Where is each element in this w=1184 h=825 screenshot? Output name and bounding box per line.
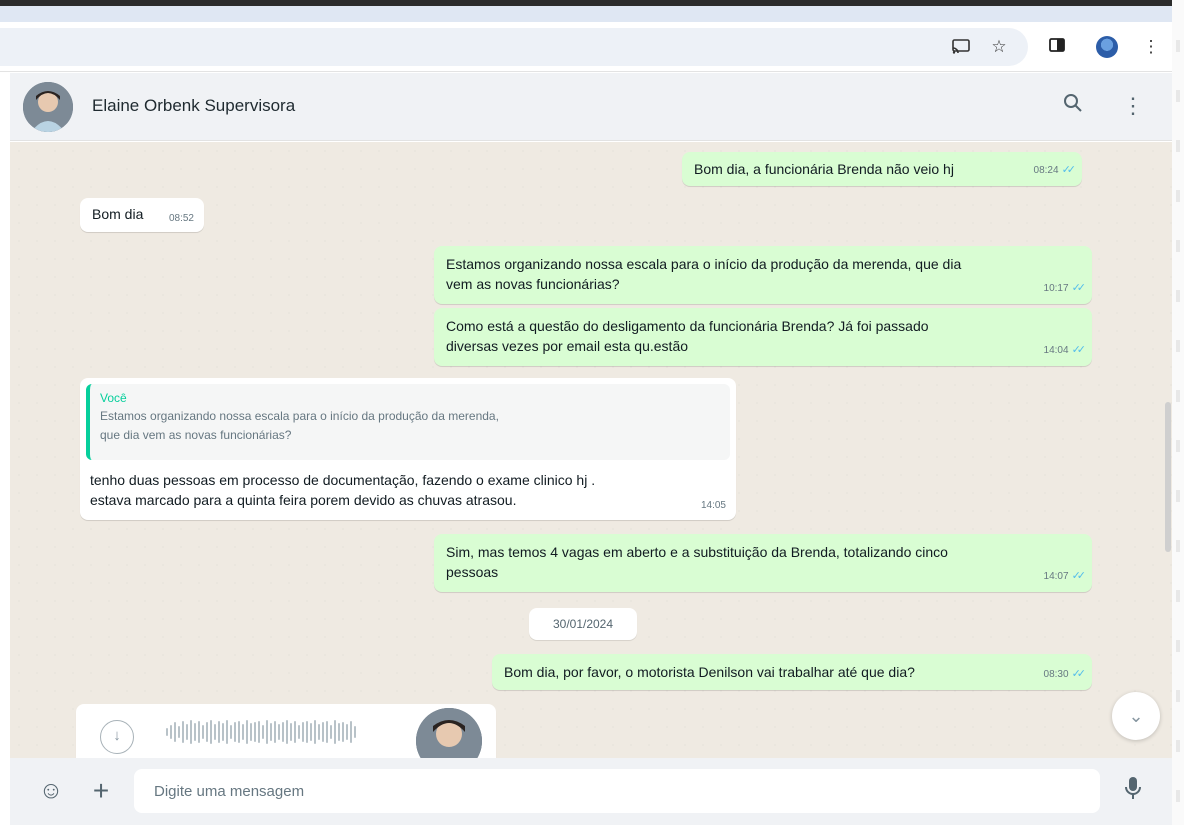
attach-icon[interactable]: + [86, 776, 116, 806]
message-text-line: Sim, mas temos 4 vagas em aberto e a sub… [446, 544, 948, 560]
quote-text-line: Estamos organizando nossa escala para o … [100, 409, 499, 423]
search-icon[interactable] [1058, 91, 1088, 121]
mic-icon[interactable] [1118, 776, 1148, 806]
chat-scrollbar[interactable] [1165, 402, 1171, 552]
audio-waveform[interactable] [166, 720, 382, 754]
message-time: 08:24 [1033, 165, 1059, 176]
message-text-line: estava marcado para a quinta feira porem… [90, 492, 517, 508]
message-time: 14:07 [1043, 571, 1069, 582]
message-list[interactable]: Bom dia, a funcionária Brenda não veio h… [10, 142, 1172, 758]
read-ticks-icon: ✓✓ [1071, 344, 1087, 356]
read-ticks-icon: ✓✓ [1071, 282, 1087, 294]
read-ticks-icon: ✓✓ [1071, 570, 1087, 582]
message-text-line: vem as novas funcionárias? [446, 276, 620, 292]
tab-strip [0, 6, 1172, 22]
app-window: ☆ ⋮ Elaine Orbenk Supervisora ⋮ Bom dia,… [0, 0, 1184, 825]
message-text-line: tenho duas pessoas em processo de docume… [90, 472, 596, 488]
message-outgoing[interactable]: Como está a questão do desligamento da f… [434, 308, 1092, 366]
voice-message[interactable]: ↓ [76, 704, 496, 758]
message-text-line: Estamos organizando nossa escala para o … [446, 256, 962, 272]
read-ticks-icon: ✓✓ [1071, 668, 1087, 680]
message-meta: 10:17 ✓✓ [1043, 278, 1087, 299]
message-text: Bom dia [92, 206, 144, 222]
message-meta: 08:24 ✓✓ [1033, 160, 1077, 181]
message-time: 08:52 [168, 213, 194, 224]
message-outgoing[interactable]: Bom dia, a funcionária Brenda não veio h… [682, 152, 1082, 186]
date-divider: 30/01/2024 [529, 608, 637, 640]
chat-header[interactable]: Elaine Orbenk Supervisora ⋮ [10, 73, 1172, 141]
more-vert-icon[interactable]: ⋮ [1140, 36, 1162, 58]
sidebar-icon[interactable] [1046, 36, 1068, 58]
message-outgoing[interactable]: Sim, mas temos 4 vagas em aberto e a sub… [434, 534, 1092, 592]
message-composer: ☺ + [10, 758, 1172, 825]
message-input[interactable] [134, 769, 1100, 813]
message-text-line: diversas vezes por email esta qu.estão [446, 338, 689, 354]
message-meta: 14:04 ✓✓ [1043, 340, 1087, 361]
message-time: 14:04 [1043, 345, 1069, 356]
contact-name: Elaine Orbenk Supervisora [92, 96, 296, 115]
quote-text-line: que dia vem as novas funcionárias? [100, 428, 292, 442]
address-bar[interactable] [0, 28, 1028, 66]
message-incoming-reply[interactable]: Você Estamos organizando nossa escala pa… [80, 378, 736, 520]
message-time: 14:05 [700, 500, 726, 511]
right-edge-strip [1172, 0, 1184, 825]
scroll-down-icon[interactable]: ⌄ [1112, 692, 1160, 740]
cast-icon[interactable] [950, 36, 972, 58]
message-outgoing[interactable]: Estamos organizando nossa escala para o … [434, 246, 1092, 304]
message-incoming[interactable]: Bom dia 08:52 [80, 198, 204, 232]
read-ticks-icon: ✓✓ [1061, 164, 1077, 176]
profile-icon[interactable] [1096, 36, 1118, 58]
voice-sender-avatar [416, 708, 482, 758]
message-time: 08:30 [1043, 669, 1069, 680]
menu-icon[interactable]: ⋮ [1118, 91, 1148, 121]
star-icon[interactable]: ☆ [988, 36, 1010, 58]
quote-author: Você [100, 391, 127, 405]
message-meta: 08:30 ✓✓ [1043, 664, 1087, 685]
contact-avatar[interactable] [23, 82, 73, 132]
browser-toolbar: ☆ ⋮ [0, 22, 1172, 72]
message-text-line: pessoas [446, 564, 499, 580]
quoted-message[interactable]: Você Estamos organizando nossa escala pa… [86, 384, 730, 460]
message-outgoing[interactable]: Bom dia, por favor, o motorista Denilson… [492, 654, 1092, 690]
message-text: Bom dia, a funcionária Brenda não veio h… [694, 161, 954, 177]
message-text: Bom dia, por favor, o motorista Denilson… [504, 664, 915, 680]
emoji-icon[interactable]: ☺ [36, 776, 66, 806]
message-meta: 14:07 ✓✓ [1043, 566, 1087, 587]
message-text-line: Como está a questão do desligamento da f… [446, 318, 929, 334]
download-icon[interactable]: ↓ [100, 720, 134, 754]
message-time: 10:17 [1043, 283, 1069, 294]
